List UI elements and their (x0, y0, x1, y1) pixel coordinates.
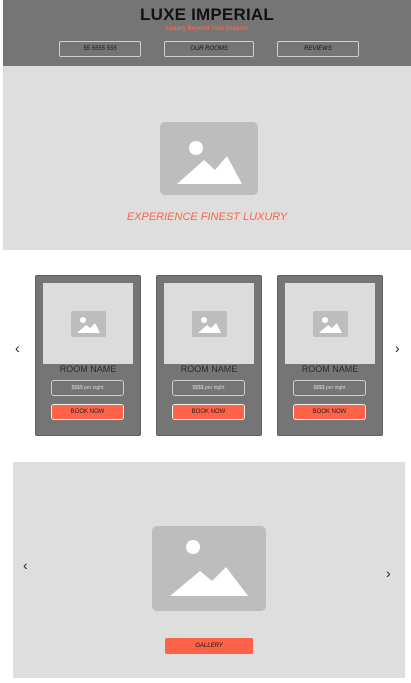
nav-our-rooms-button[interactable]: OUR ROOMS (164, 41, 254, 57)
book-now-button[interactable]: BOOK NOW (51, 404, 124, 420)
room-image-placeholder-icon (285, 283, 375, 364)
rooms-next-arrow-icon[interactable]: › (395, 341, 400, 355)
room-card: ROOM NAME $$$$ per night BOOK NOW (35, 275, 141, 436)
book-now-button[interactable]: BOOK NOW (293, 404, 366, 420)
brand-tagline: Luxury Beyond Your Dreams (165, 26, 249, 32)
brand-title: LUXE IMPERIAL (140, 5, 274, 24)
gallery-button[interactable]: GALLERY (165, 638, 253, 654)
rooms-prev-arrow-icon[interactable]: ‹ (15, 341, 20, 355)
room-name: ROOM NAME (301, 364, 359, 374)
gallery-next-arrow-icon[interactable]: › (386, 566, 391, 580)
gallery-section: ‹ › GALLERY (13, 462, 405, 678)
room-price: $$$$ per night (293, 380, 366, 396)
room-name: ROOM NAME (180, 364, 238, 374)
room-card: ROOM NAME $$$$ per night BOOK NOW (156, 275, 262, 436)
hero-banner: EXPERIENCE FINEST LUXURY (3, 66, 411, 250)
room-price: $$$$ per night (172, 380, 245, 396)
room-image-placeholder-icon (164, 283, 254, 364)
room-card: ROOM NAME $$$$ per night BOOK NOW (277, 275, 383, 436)
image-placeholder-icon (160, 122, 258, 195)
gallery-prev-arrow-icon[interactable]: ‹ (23, 558, 28, 572)
room-price: $$$$ per night (51, 380, 124, 396)
gallery-image-placeholder-icon (152, 526, 266, 611)
site-header: LUXE IMPERIAL Luxury Beyond Your Dreams … (3, 0, 411, 66)
room-image-placeholder-icon (43, 283, 133, 364)
book-now-button[interactable]: BOOK NOW (172, 404, 245, 420)
nav-reviews-button[interactable]: REVIEWS (277, 41, 359, 57)
hero-caption: EXPERIENCE FINEST LUXURY (126, 211, 288, 223)
room-name: ROOM NAME (59, 364, 117, 374)
nav-phone-button[interactable]: 55 5555 555 (59, 41, 141, 57)
